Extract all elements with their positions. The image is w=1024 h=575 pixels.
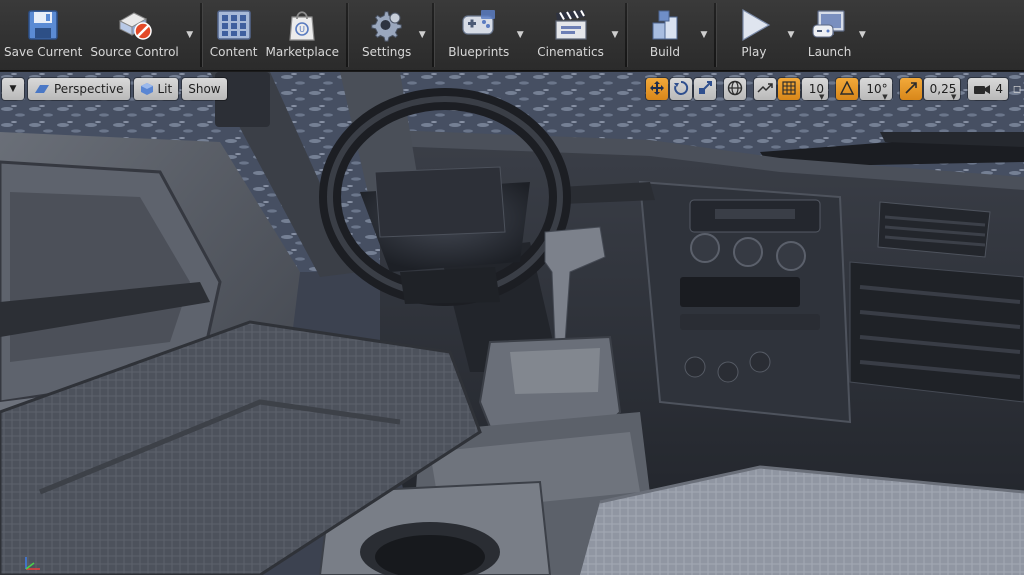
content-button[interactable]: Content [206, 0, 262, 70]
play-label: Play [741, 45, 767, 59]
toolbar-separator [346, 3, 350, 67]
build-blocks-icon [645, 6, 685, 44]
blueprints-label: Blueprints [448, 45, 510, 59]
content-browser-icon [214, 6, 254, 44]
camera-speed-value: 4 [995, 82, 1003, 96]
settings-dropdown-arrow[interactable]: ▼ [415, 0, 429, 70]
grid-snap-value-dropdown[interactable]: 10 ▼ [802, 78, 829, 101]
viewport-options-dropdown[interactable]: ▼ [2, 78, 24, 100]
content-label: Content [209, 45, 258, 59]
grid-icon [782, 80, 796, 98]
scale-snap-value-dropdown[interactable]: 0,25 ▼ [923, 78, 961, 101]
play-group: Play ▼ Launch ▼ [720, 0, 869, 70]
source-control-label: Source Control [90, 45, 179, 59]
perspective-dropdown[interactable]: Perspective [28, 78, 130, 100]
content-group: Content U Marketplace [206, 0, 343, 70]
launch-button[interactable]: Launch [798, 0, 855, 70]
floppy-disk-icon [23, 6, 63, 44]
maximize-icon: ◻ [1012, 83, 1022, 95]
save-group: Save Current Source Control ▼ [0, 0, 197, 70]
grid-snap-toggle[interactable] [778, 78, 801, 100]
maximize-viewport-button[interactable]: ◻ [1010, 78, 1024, 100]
clapperboard-icon [551, 6, 591, 44]
camera-icon [973, 83, 991, 95]
surface-snapping-button[interactable] [754, 78, 777, 100]
shopping-bag-icon: U [282, 6, 322, 44]
perspective-label: Perspective [54, 82, 124, 96]
rotate-tool-button[interactable] [670, 78, 693, 100]
build-group: Build ▼ [631, 0, 711, 70]
viewport-toolbar-left: ▼ Perspective Lit Show [2, 78, 227, 100]
perspective-icon [34, 83, 50, 95]
cinematics-dropdown-arrow[interactable]: ▼ [608, 0, 622, 70]
axis-gizmo-icon [25, 557, 40, 570]
lit-label: Lit [157, 82, 173, 96]
toolbar-separator [199, 3, 203, 67]
lit-dropdown[interactable]: Lit [133, 78, 179, 100]
play-button[interactable]: Play [720, 0, 784, 70]
build-label: Build [649, 45, 680, 59]
marketplace-label: Marketplace [265, 45, 340, 59]
cinematics-button[interactable]: Cinematics [527, 0, 608, 70]
save-current-label: Save Current [4, 45, 83, 59]
marketplace-button[interactable]: U Marketplace [261, 0, 343, 70]
angle-icon [840, 79, 855, 98]
surface-snap-icon [757, 80, 774, 99]
viewport-toolbar-right: 10 ▼ 10° ▼ 0,25 ▼ 4 ◻ [646, 78, 1024, 101]
lit-cube-icon [140, 82, 154, 96]
scale-snap-toggle[interactable] [899, 78, 922, 100]
scale-icon [697, 80, 713, 99]
globe-icon [727, 80, 743, 99]
settings-label: Settings [362, 45, 412, 59]
chevron-down-icon: ▼ [950, 93, 957, 101]
gear-icon [367, 6, 407, 44]
chevron-down-icon: ▼ [882, 93, 888, 101]
source-control-button[interactable]: Source Control [86, 0, 182, 70]
blueprints-dropdown-arrow[interactable]: ▼ [513, 0, 527, 70]
chevron-down-icon: ▼ [9, 84, 17, 94]
toolbar-separator [713, 3, 717, 67]
camera-speed-dropdown[interactable]: 4 [968, 78, 1008, 100]
cinematics-label: Cinematics [537, 45, 604, 59]
settings-button[interactable]: Settings [352, 0, 415, 70]
toolbar-separator [432, 3, 436, 67]
build-button[interactable]: Build [631, 0, 689, 70]
translate-arrows-icon [649, 80, 665, 99]
launch-label: Launch [807, 45, 852, 59]
build-dropdown-arrow[interactable]: ▼ [697, 0, 711, 70]
play-dropdown-arrow[interactable]: ▼ [784, 0, 798, 70]
source-control-dropdown-arrow[interactable]: ▼ [183, 0, 197, 70]
scale-arrow-icon [904, 81, 918, 98]
world-local-toggle[interactable] [724, 78, 747, 100]
translate-tool-button[interactable] [646, 78, 669, 100]
svg-text:U: U [299, 25, 305, 34]
blueprints-button[interactable]: Blueprints [438, 0, 513, 70]
show-label: Show [188, 82, 221, 96]
settings-group: Settings ▼ [352, 0, 429, 70]
main-toolbar: Save Current Source Control ▼ Content U … [0, 0, 1024, 71]
save-current-button[interactable]: Save Current [0, 0, 86, 70]
source-control-icon [115, 6, 155, 44]
gamepad-icon [459, 6, 499, 44]
truck-cabin-scene [0, 72, 1024, 575]
unreal-editor-window: Save Current Source Control ▼ Content U … [0, 0, 1024, 575]
toolbar-separator [624, 3, 628, 67]
scale-tool-button[interactable] [694, 78, 717, 100]
show-dropdown[interactable]: Show [182, 78, 227, 100]
level-viewport[interactable]: ▼ Perspective Lit Show 10 ▼ 10° ▼ 0,25 ▼… [0, 72, 1024, 575]
play-icon [734, 6, 774, 44]
rotation-snap-value-dropdown[interactable]: 10° ▼ [860, 78, 892, 101]
rotate-icon [673, 80, 689, 99]
blueprints-group: Blueprints ▼ Cinematics ▼ [438, 0, 622, 70]
rotation-snap-toggle[interactable] [836, 78, 859, 100]
launch-monitor-icon [810, 6, 850, 44]
chevron-down-icon: ▼ [818, 93, 825, 101]
launch-dropdown-arrow[interactable]: ▼ [855, 0, 869, 70]
